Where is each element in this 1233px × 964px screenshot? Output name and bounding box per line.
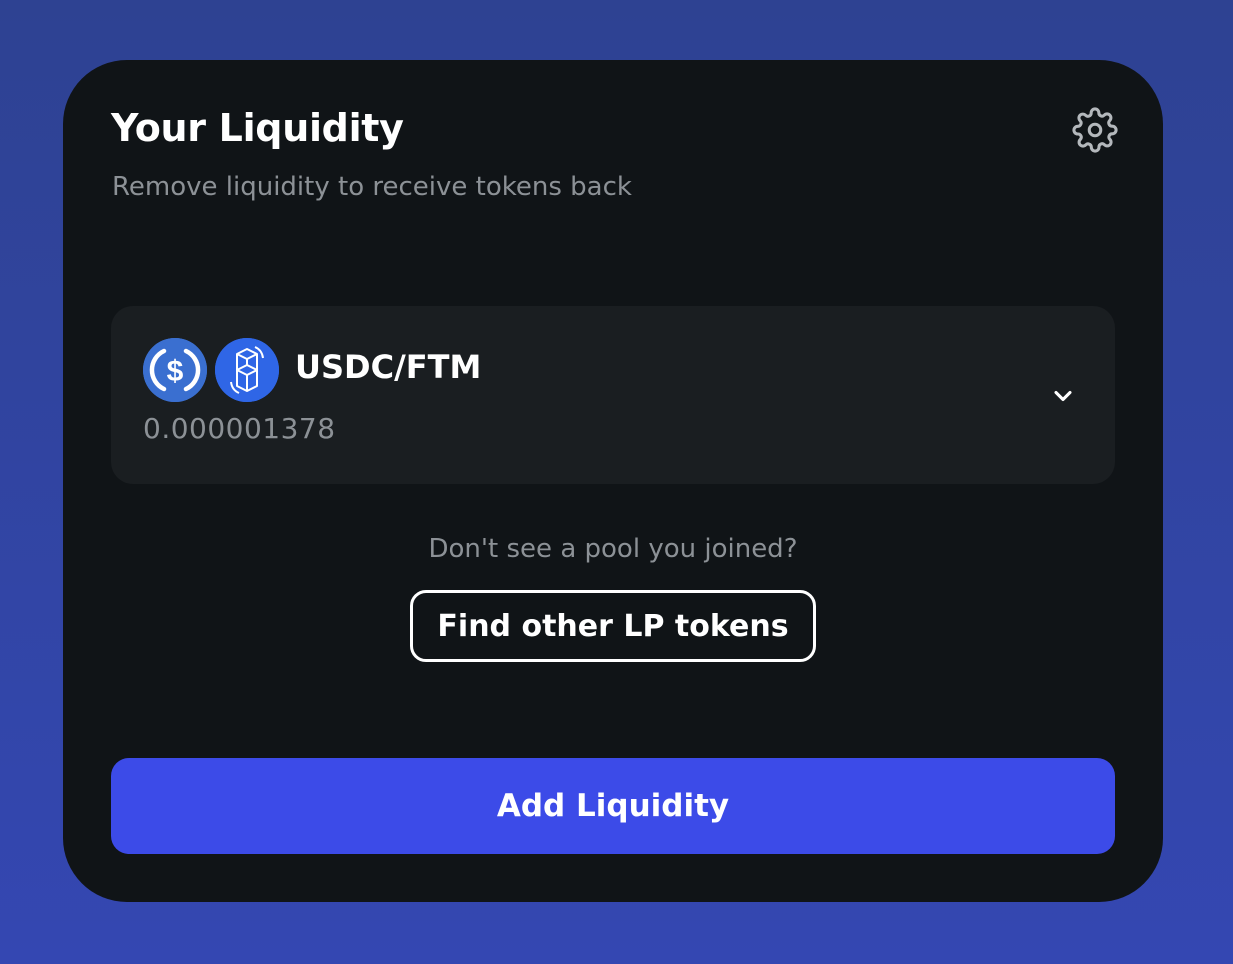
pool-balance: 0.000001378 bbox=[143, 412, 336, 445]
pool-pair-name: USDC/FTM bbox=[295, 348, 482, 386]
missing-pool-hint: Don't see a pool you joined? bbox=[428, 534, 798, 564]
ftm-icon bbox=[215, 338, 279, 402]
find-lp-tokens-button[interactable]: Find other LP tokens bbox=[410, 590, 816, 662]
page-title: Your Liquidity bbox=[111, 106, 404, 150]
pool-item-usdc-ftm[interactable]: $ USDC/FTM 0.000001378 bbox=[111, 306, 1115, 484]
gear-icon bbox=[1072, 107, 1118, 153]
add-liquidity-button[interactable]: Add Liquidity bbox=[111, 758, 1115, 854]
chevron-down-icon[interactable] bbox=[1049, 382, 1077, 410]
settings-button[interactable] bbox=[1071, 106, 1119, 154]
svg-text:$: $ bbox=[167, 355, 184, 388]
page-subtitle: Remove liquidity to receive tokens back bbox=[112, 172, 632, 202]
usdc-icon: $ bbox=[143, 338, 207, 402]
liquidity-card: Your Liquidity Remove liquidity to recei… bbox=[63, 60, 1163, 902]
